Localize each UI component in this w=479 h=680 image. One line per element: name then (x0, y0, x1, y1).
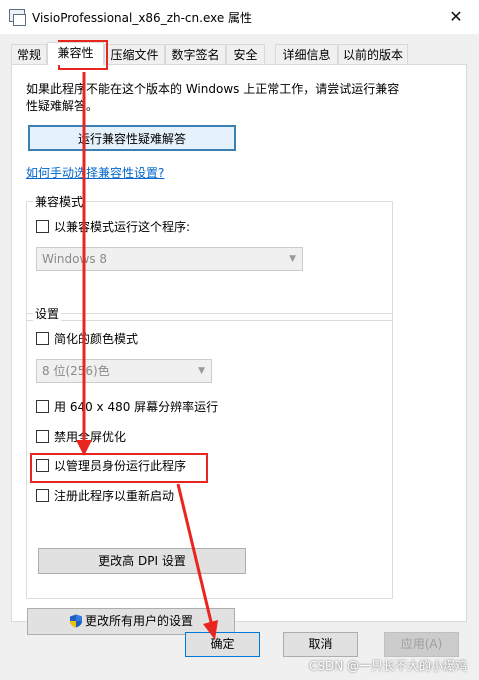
csdn-watermark: CSDN @一只长不大的小爆鸡 (308, 659, 467, 673)
annotation-arrowhead-down (76, 440, 92, 456)
annotation-arrowhead-ok (203, 620, 218, 640)
annotation-arrows (76, 72, 218, 640)
tab-compatibility[interactable]: 兼容性 (47, 42, 104, 65)
annotation-arrow-ok (176, 483, 214, 627)
